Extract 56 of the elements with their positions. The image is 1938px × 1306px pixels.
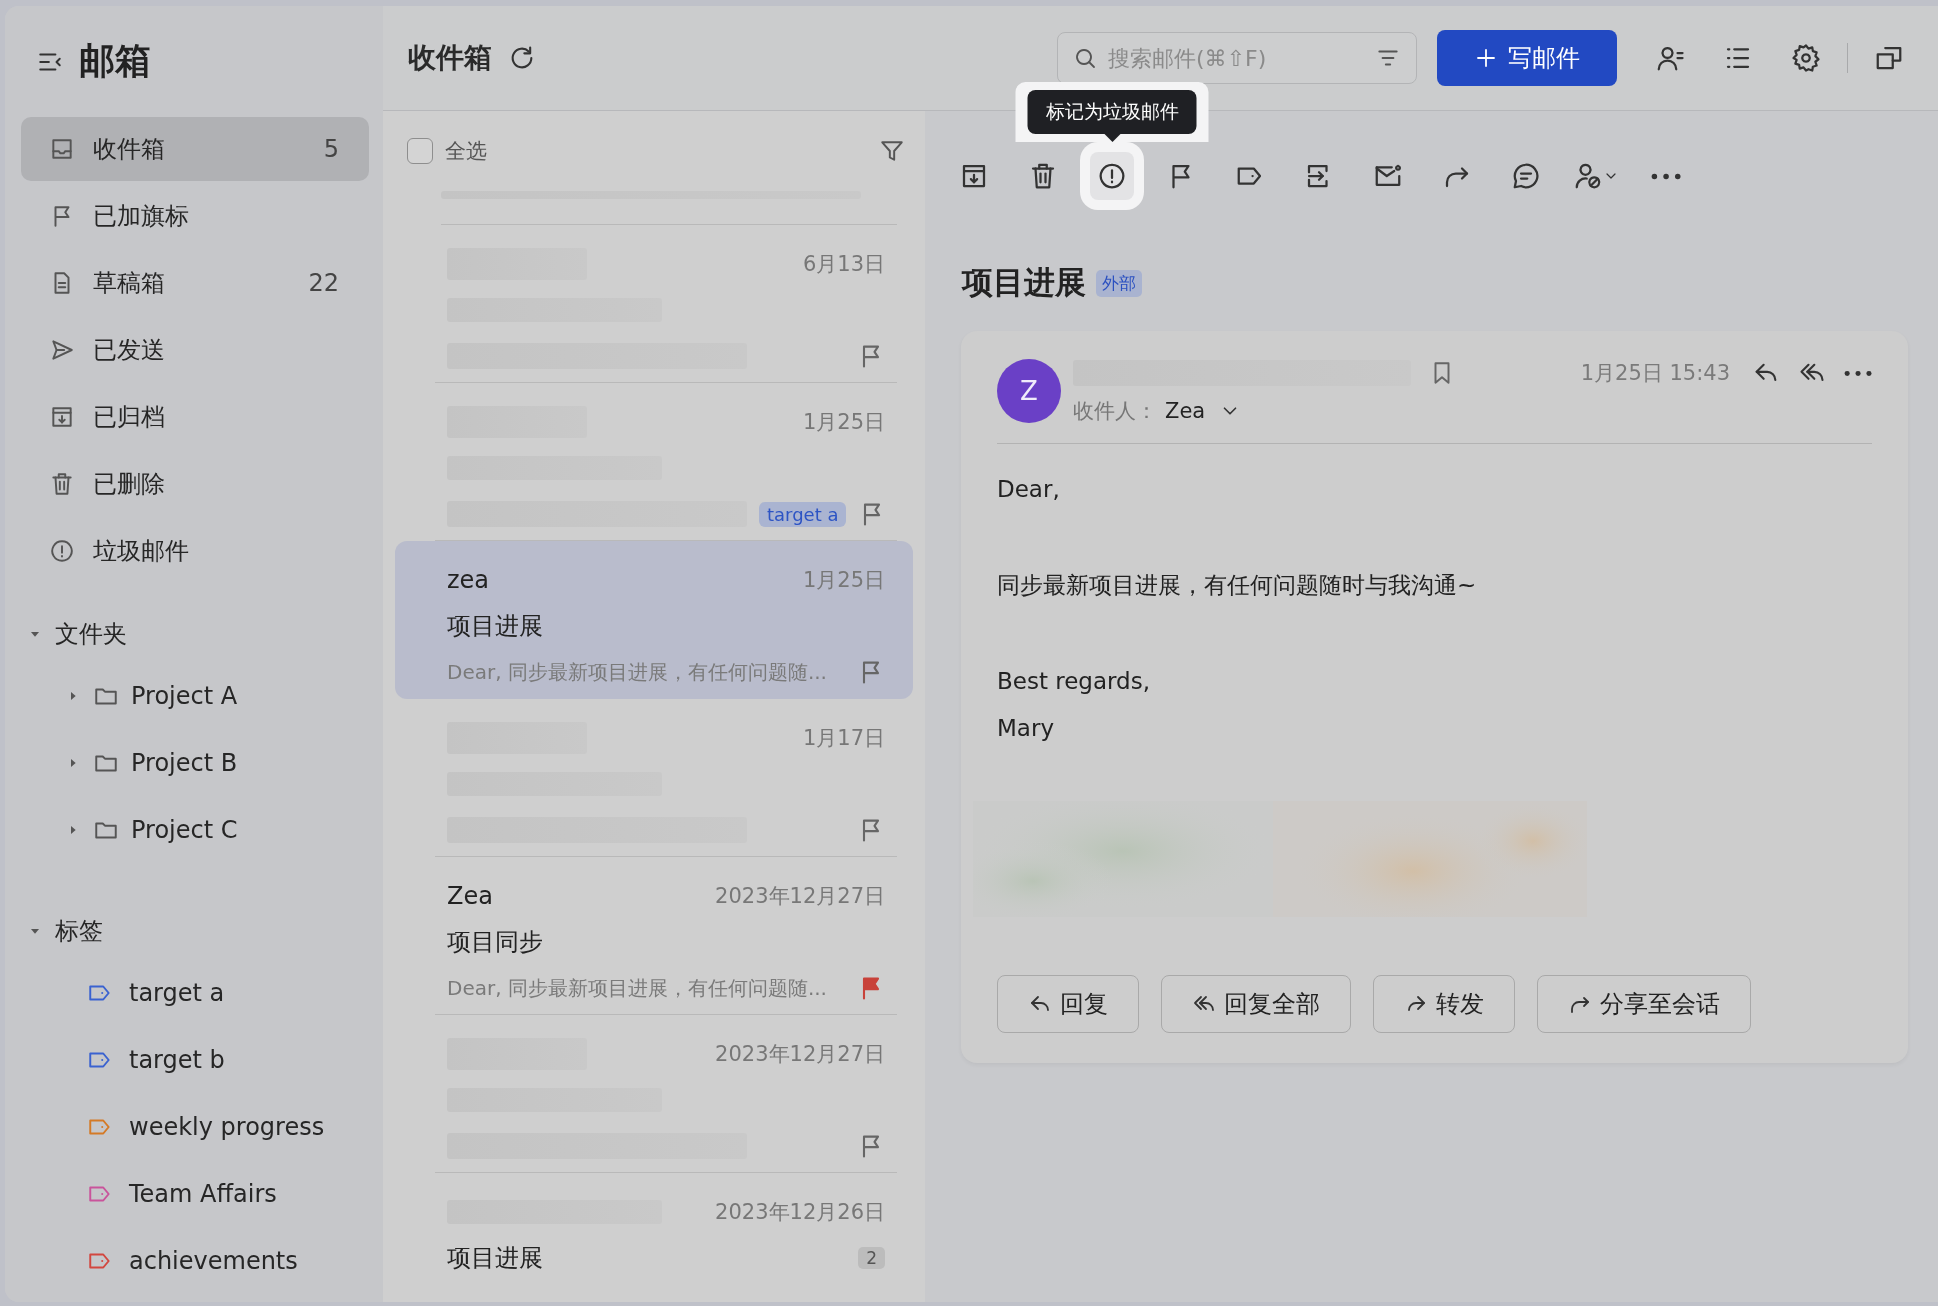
tag-item[interactable]: target b	[21, 1026, 369, 1093]
mail-item[interactable]: zea 1月25日 项目进展 Dear, 同步最新项目进展，有任何问题随...	[395, 541, 913, 699]
mailbox-item[interactable]: 垃圾邮件	[21, 519, 369, 583]
body-text: Dear,	[997, 475, 1061, 504]
recipient-name: Zea	[1165, 399, 1206, 423]
recipient-label: 收件人：	[1073, 398, 1157, 425]
search-field[interactable]: 搜索邮件(⌘⇧F)	[1057, 32, 1417, 84]
exclamation-icon	[1097, 161, 1127, 191]
filter-icon[interactable]	[879, 138, 905, 164]
mailbox-item[interactable]: 已加旗标	[21, 184, 369, 248]
action-button[interactable]: 回复	[997, 975, 1139, 1033]
count-badge: 2	[858, 1247, 885, 1269]
email-subject: 项目进展	[962, 263, 1086, 302]
send-icon	[49, 337, 75, 363]
body-text: Mary	[997, 714, 1055, 743]
exclamation-icon	[49, 538, 75, 564]
app-title: 邮箱	[79, 39, 151, 83]
more-icon	[1651, 172, 1681, 180]
tag-item[interactable]: weekly progress	[21, 1093, 369, 1160]
tag-item[interactable]: achievements	[21, 1227, 369, 1294]
body-text: 同步最新项目进展，有任何问题随时与我沟通~	[997, 571, 1478, 600]
settings-icon[interactable]	[1791, 43, 1821, 73]
chat-bubble-icon	[1511, 161, 1541, 191]
mailbox-item[interactable]: 草稿箱 22	[21, 251, 369, 315]
inbox-icon	[49, 136, 75, 162]
folder-item[interactable]: Project B	[21, 729, 369, 796]
section-header[interactable]: 标签	[21, 903, 369, 959]
section-header[interactable]: 文件夹	[21, 606, 369, 662]
mailbox-item[interactable]: 收件箱 5	[21, 117, 369, 181]
avatar: Z	[997, 359, 1061, 423]
mail-item[interactable]: Zea 2023年12月27日 项目同步 Dear, 同步最新项目进展，有任何问题随...	[395, 857, 913, 1015]
mailbox-item[interactable]: 已删除	[21, 452, 369, 516]
folder-title: 收件箱	[408, 40, 492, 76]
trash-icon	[49, 471, 75, 497]
search-icon	[1073, 46, 1097, 70]
archive-icon	[49, 404, 75, 430]
folder-item[interactable]: Project C	[21, 796, 369, 863]
message-date: 1月25日 15:43	[1580, 360, 1730, 387]
checkbox[interactable]	[407, 138, 433, 164]
compose-button[interactable]: 写邮件	[1437, 30, 1617, 86]
plus-icon	[1474, 46, 1498, 70]
action-button[interactable]: 分享至会话	[1537, 975, 1751, 1033]
tag-item[interactable]: target a	[21, 959, 369, 1026]
select-all-label: 全选	[445, 138, 488, 165]
action-button[interactable]: 转发	[1373, 975, 1515, 1033]
external-badge: 外部	[1096, 269, 1142, 297]
tag-label: target a	[759, 501, 847, 527]
mailbox-item[interactable]: 已归档	[21, 385, 369, 449]
body-text: Best regards,	[997, 667, 1151, 696]
mailbox-item[interactable]: 已发送	[21, 318, 369, 382]
more-icon[interactable]	[1844, 369, 1872, 377]
person-block-icon	[1573, 161, 1603, 191]
tooltip: 标记为垃圾邮件	[1015, 82, 1209, 142]
action-button[interactable]: 回复全部	[1161, 975, 1351, 1033]
tag-item[interactable]: Team Affairs	[21, 1160, 369, 1227]
folder-item[interactable]: Project A	[21, 662, 369, 729]
